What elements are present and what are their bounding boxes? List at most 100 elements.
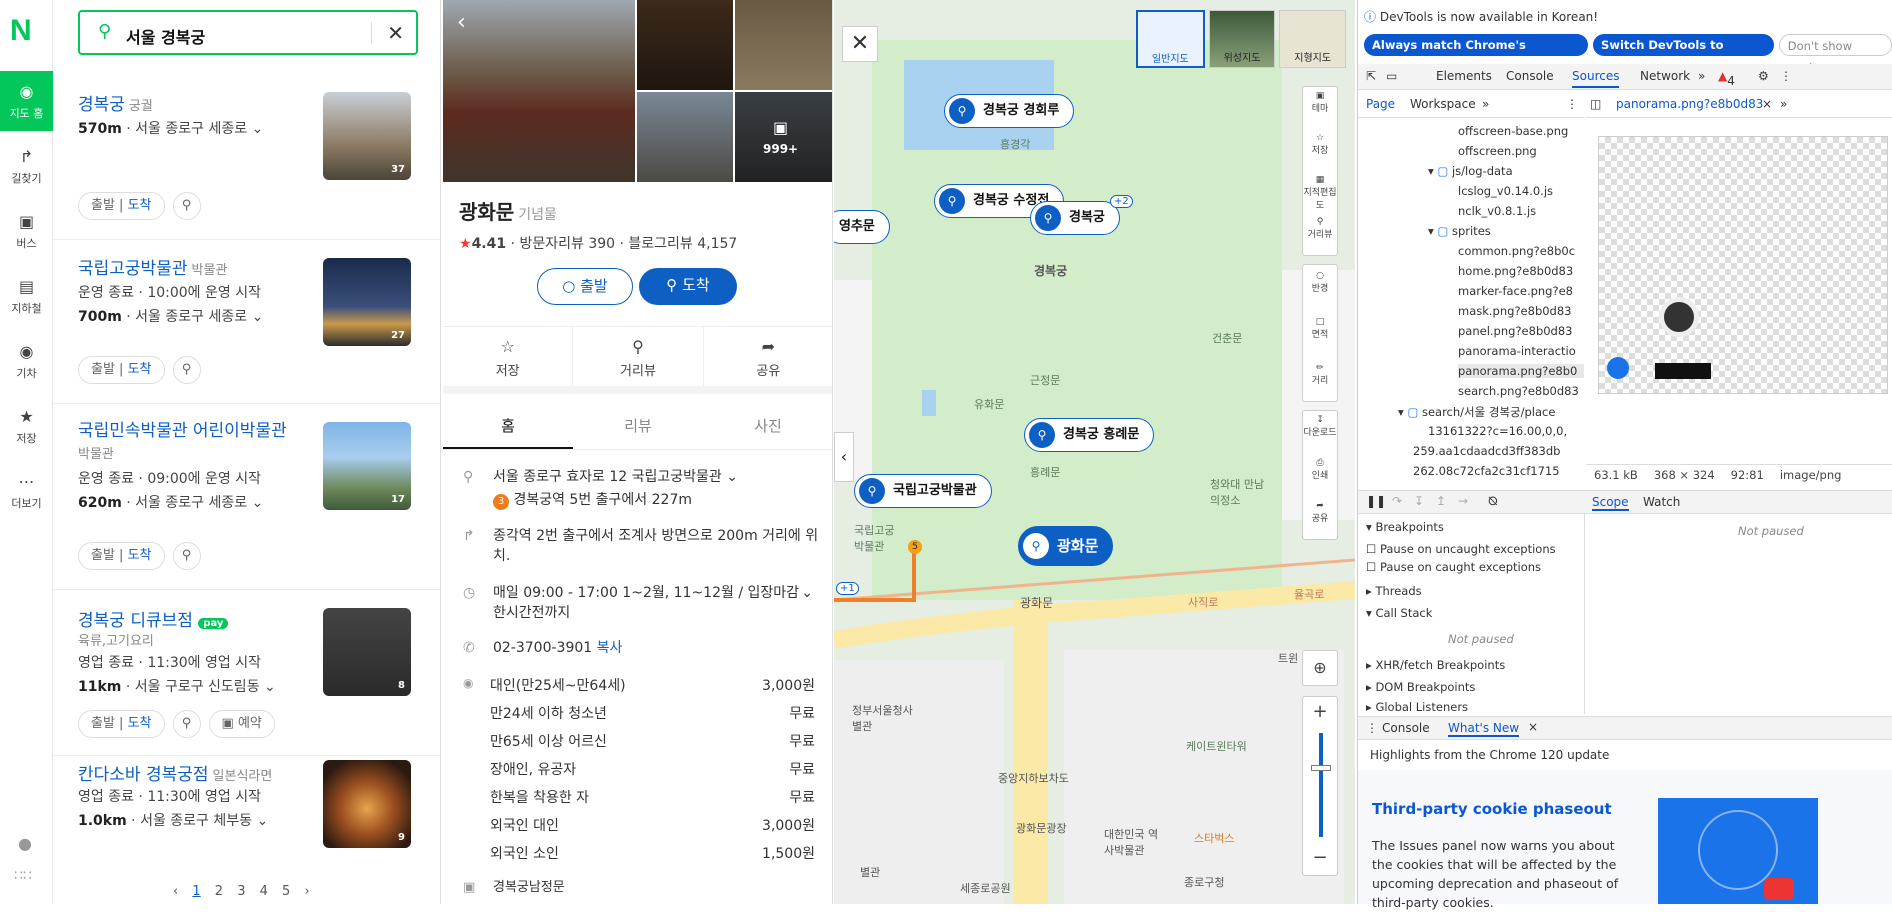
- tab-watch[interactable]: Watch: [1643, 495, 1680, 509]
- arrive-button[interactable]: ⚲ 도착: [639, 268, 737, 305]
- file-item[interactable]: 262.08c72cfa2c31cf1715: [1413, 464, 1560, 478]
- close-icon[interactable]: ×: [1528, 720, 1538, 734]
- pause-caught-checkbox[interactable]: ☐ Pause on caught exceptions: [1366, 560, 1541, 574]
- map-type-normal[interactable]: 일반지도: [1136, 10, 1205, 68]
- place-thumbnail[interactable]: 37: [323, 92, 411, 180]
- list-item[interactable]: 칸다소바 경복궁점 일본식라면 영업 종료 · 11:30에 영업 시작 1.0k…: [53, 756, 440, 876]
- device-icon[interactable]: ▭: [1386, 69, 1397, 83]
- map-marker[interactable]: ⚲ 경복궁: [1030, 201, 1120, 235]
- download-button[interactable]: ↧ 다운로드: [1303, 411, 1337, 454]
- tab-home[interactable]: 홈: [443, 402, 573, 449]
- file-item[interactable]: offscreen-base.png: [1458, 124, 1568, 138]
- global-listeners-section[interactable]: ▸ Global Listeners: [1366, 700, 1468, 714]
- place-thumbnail[interactable]: 8: [323, 608, 411, 696]
- zoom-out-icon[interactable]: −: [1303, 843, 1337, 873]
- more-icon[interactable]: »: [1780, 97, 1787, 111]
- file-item[interactable]: common.png?e8b0c: [1458, 244, 1575, 258]
- page-5[interactable]: 5: [282, 884, 290, 899]
- selected-marker[interactable]: ⚲ 광화문: [1018, 526, 1114, 566]
- prev-page-icon[interactable]: ‹: [173, 884, 178, 899]
- place-name[interactable]: 국립민속박물관 어린이박물관: [78, 421, 287, 441]
- chevron-down-icon[interactable]: ⌄: [256, 813, 268, 829]
- save-button[interactable]: ☆ 저장: [443, 327, 574, 386]
- place-thumbnail[interactable]: 9: [323, 760, 411, 848]
- toggle-navigator-icon[interactable]: ◫: [1590, 97, 1601, 111]
- print-button[interactable]: ⎙ 인쇄: [1303, 454, 1337, 497]
- pause-icon[interactable]: ❚❚: [1366, 494, 1386, 508]
- location-icon[interactable]: ⚲: [172, 356, 201, 384]
- rail-bus[interactable]: ▣ 버스: [0, 201, 53, 261]
- zoom-in-icon[interactable]: +: [1303, 697, 1337, 727]
- close-map-panel-icon[interactable]: ✕: [842, 26, 878, 62]
- next-page-icon[interactable]: ›: [304, 884, 309, 899]
- share-button[interactable]: ➦ 공유: [704, 327, 832, 386]
- place-name[interactable]: 경복궁 디큐브점: [78, 611, 193, 631]
- breakpoints-section[interactable]: ▾ Breakpoints: [1366, 520, 1444, 534]
- step-into-icon[interactable]: ↧: [1414, 494, 1424, 508]
- file-item[interactable]: lcslog_v0.14.0.js: [1458, 184, 1553, 198]
- issues-counter[interactable]: ▲ 4: [1718, 69, 1735, 88]
- depart-arrive-button[interactable]: 출발 | 도착: [78, 542, 165, 570]
- depart-arrive-button[interactable]: 출발 | 도착: [78, 192, 165, 220]
- share-button[interactable]: ➦ 공유: [1303, 497, 1337, 540]
- location-icon[interactable]: ⚲: [172, 192, 201, 220]
- photo-thumb[interactable]: [637, 92, 733, 182]
- distance-button[interactable]: ✏ 거리: [1303, 357, 1337, 403]
- depart-arrive-button[interactable]: 출발 | 도착: [78, 356, 165, 384]
- place-name[interactable]: 칸다소바 경복궁점: [78, 765, 209, 785]
- hours-row[interactable]: ◷ 매일 09:00 - 17:00 1~2월, 11~12월 / 입장마감 한시…: [463, 583, 823, 623]
- tab-page[interactable]: Page: [1366, 97, 1395, 111]
- deactivate-breakpoints-icon[interactable]: ⦰: [1488, 494, 1498, 509]
- place-thumbnail[interactable]: 17: [323, 422, 411, 510]
- list-item[interactable]: 국립고궁박물관 박물관 운영 종료 · 10:00에 운영 시작 700m · 서…: [53, 240, 440, 404]
- my-location-icon[interactable]: ⊕: [1302, 650, 1338, 686]
- place-thumbnail[interactable]: 27: [323, 258, 411, 346]
- file-tab[interactable]: panorama.png?e8b0d83: [1616, 97, 1763, 111]
- tab-console[interactable]: Console: [1506, 69, 1554, 83]
- location-icon[interactable]: ⚲: [172, 710, 201, 738]
- list-item[interactable]: 국립민속박물관 어린이박물관 박물관 운영 종료 · 09:00에 운영 시작 6…: [53, 404, 440, 590]
- chevron-down-icon[interactable]: ⌄: [264, 679, 276, 695]
- rail-saved[interactable]: ★ 저장: [0, 396, 53, 456]
- chevron-down-icon[interactable]: ⌄: [252, 495, 264, 511]
- close-icon[interactable]: ×: [1762, 97, 1772, 111]
- match-language-button[interactable]: Always match Chrome's language: [1364, 34, 1589, 74]
- clear-icon[interactable]: ✕: [387, 21, 404, 45]
- dom-breakpoints-section[interactable]: ▸ DOM Breakpoints: [1366, 680, 1475, 694]
- gear-icon[interactable]: ⚙: [1758, 69, 1769, 83]
- file-item[interactable]: search.png?e8b0d83: [1458, 384, 1579, 398]
- map-marker[interactable]: 영추문: [834, 210, 890, 244]
- collapse-panel-icon[interactable]: ‹: [834, 432, 854, 482]
- map-marker[interactable]: ⚲ 국립고궁박물관: [854, 474, 992, 508]
- photo-thumb[interactable]: [735, 0, 832, 90]
- visitor-reviews-link[interactable]: 방문자리뷰 390: [519, 236, 615, 252]
- address-row[interactable]: ⚲ 서울 종로구 효자로 12 국립고궁박물관 ⌄: [463, 467, 823, 487]
- switch-korean-button[interactable]: Switch DevTools to Korean: [1593, 34, 1774, 74]
- place-name[interactable]: 경복궁: [78, 95, 125, 115]
- more-icon[interactable]: »: [1482, 97, 1489, 111]
- reserve-button[interactable]: ▣ 예약: [208, 710, 275, 738]
- blog-reviews-link[interactable]: 블로그리뷰 4,157: [628, 236, 737, 252]
- map-type-terrain[interactable]: 지형지도: [1279, 10, 1347, 68]
- location-icon[interactable]: ⚲: [172, 542, 201, 570]
- main-photo[interactable]: [443, 0, 635, 182]
- page-4[interactable]: 4: [260, 884, 268, 899]
- rail-map-home[interactable]: ◉ 지도 홈: [0, 71, 53, 131]
- folder-item[interactable]: ▾ ▢ search/서울 경복궁/place: [1398, 404, 1555, 420]
- pause-uncaught-checkbox[interactable]: ☐ Pause on uncaught exceptions: [1366, 542, 1556, 556]
- xhr-breakpoints-section[interactable]: ▸ XHR/fetch Breakpoints: [1366, 658, 1505, 672]
- tab-reviews[interactable]: 리뷰: [573, 402, 703, 449]
- inspect-icon[interactable]: ⇱: [1366, 69, 1376, 83]
- dont-show-button[interactable]: Don't show again: [1778, 34, 1892, 75]
- file-item[interactable]: home.png?e8b0d83: [1458, 264, 1573, 278]
- file-item[interactable]: panel.png?e8b0d83: [1458, 324, 1573, 338]
- file-item[interactable]: 13161322?c=16.00,0,0,: [1428, 424, 1567, 438]
- rail-directions[interactable]: ↱ 길찾기: [0, 136, 53, 196]
- photo-thumb[interactable]: [637, 0, 733, 90]
- file-item[interactable]: offscreen.png: [1458, 144, 1537, 158]
- tab-scope[interactable]: Scope: [1592, 495, 1629, 511]
- call-stack-section[interactable]: ▾ Call Stack: [1366, 606, 1432, 620]
- area-button[interactable]: □ 면적: [1303, 311, 1337, 357]
- page-3[interactable]: 3: [237, 884, 245, 899]
- file-item[interactable]: nclk_v0.8.1.js: [1458, 204, 1536, 218]
